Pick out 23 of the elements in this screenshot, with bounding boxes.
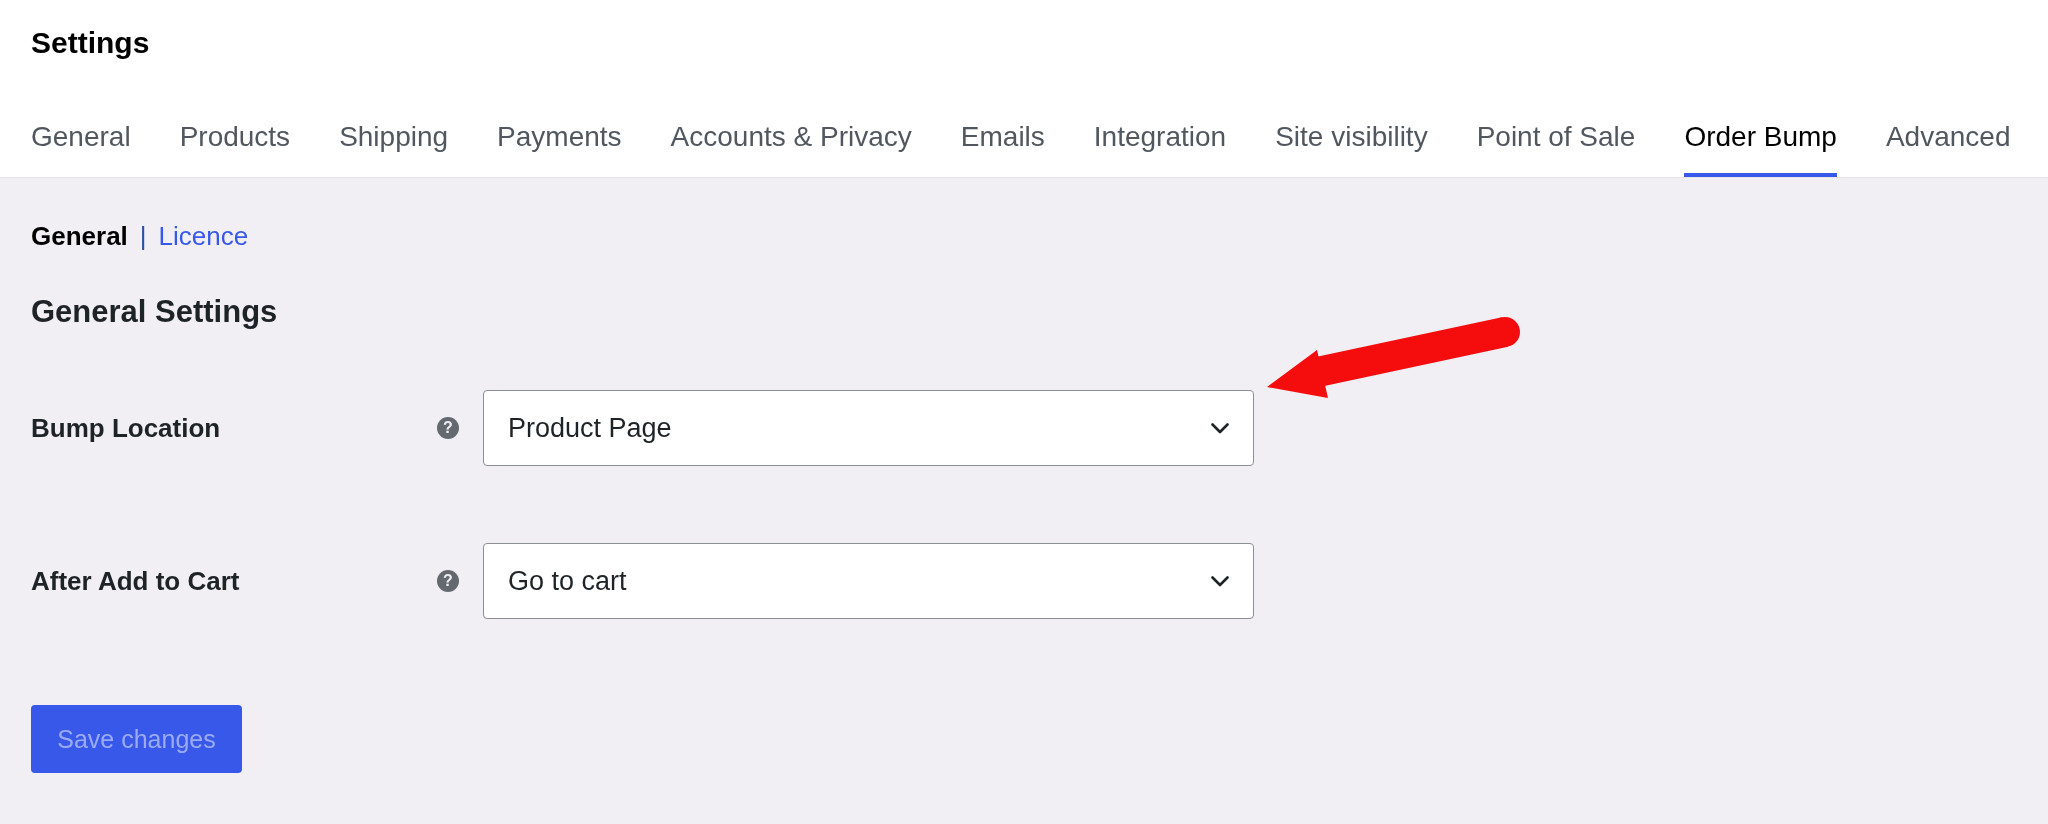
help-icon[interactable]: ?: [437, 417, 459, 439]
tab[interactable]: Products: [179, 120, 291, 177]
tab[interactable]: Point of Sale: [1476, 120, 1636, 177]
tab[interactable]: Accounts & Privacy: [670, 120, 912, 177]
current-section-link[interactable]: General: [31, 220, 128, 252]
dropdown[interactable]: Go to cart: [483, 543, 1254, 619]
tab[interactable]: General: [31, 120, 131, 177]
field-label: Bump Location: [31, 412, 221, 444]
section-link[interactable]: Licence: [158, 220, 249, 252]
tab[interactable]: Site visibility: [1275, 120, 1428, 177]
tab[interactable]: Payments: [497, 120, 622, 177]
chevron-down-icon: [1211, 575, 1229, 587]
tab[interactable]: Shipping: [339, 120, 449, 177]
tab[interactable]: Advanced: [1885, 120, 2011, 177]
tab[interactable]: Emails: [960, 120, 1045, 177]
page-title: Settings: [31, 25, 150, 61]
separator: |: [139, 220, 147, 252]
help-icon[interactable]: ?: [437, 570, 459, 592]
field-label: After Add to Cart: [31, 565, 240, 597]
tab[interactable]: Integration: [1093, 120, 1227, 177]
dropdown[interactable]: Product Page: [483, 390, 1254, 466]
chevron-down-icon: [1211, 422, 1229, 434]
section-heading: General Settings: [31, 293, 278, 331]
